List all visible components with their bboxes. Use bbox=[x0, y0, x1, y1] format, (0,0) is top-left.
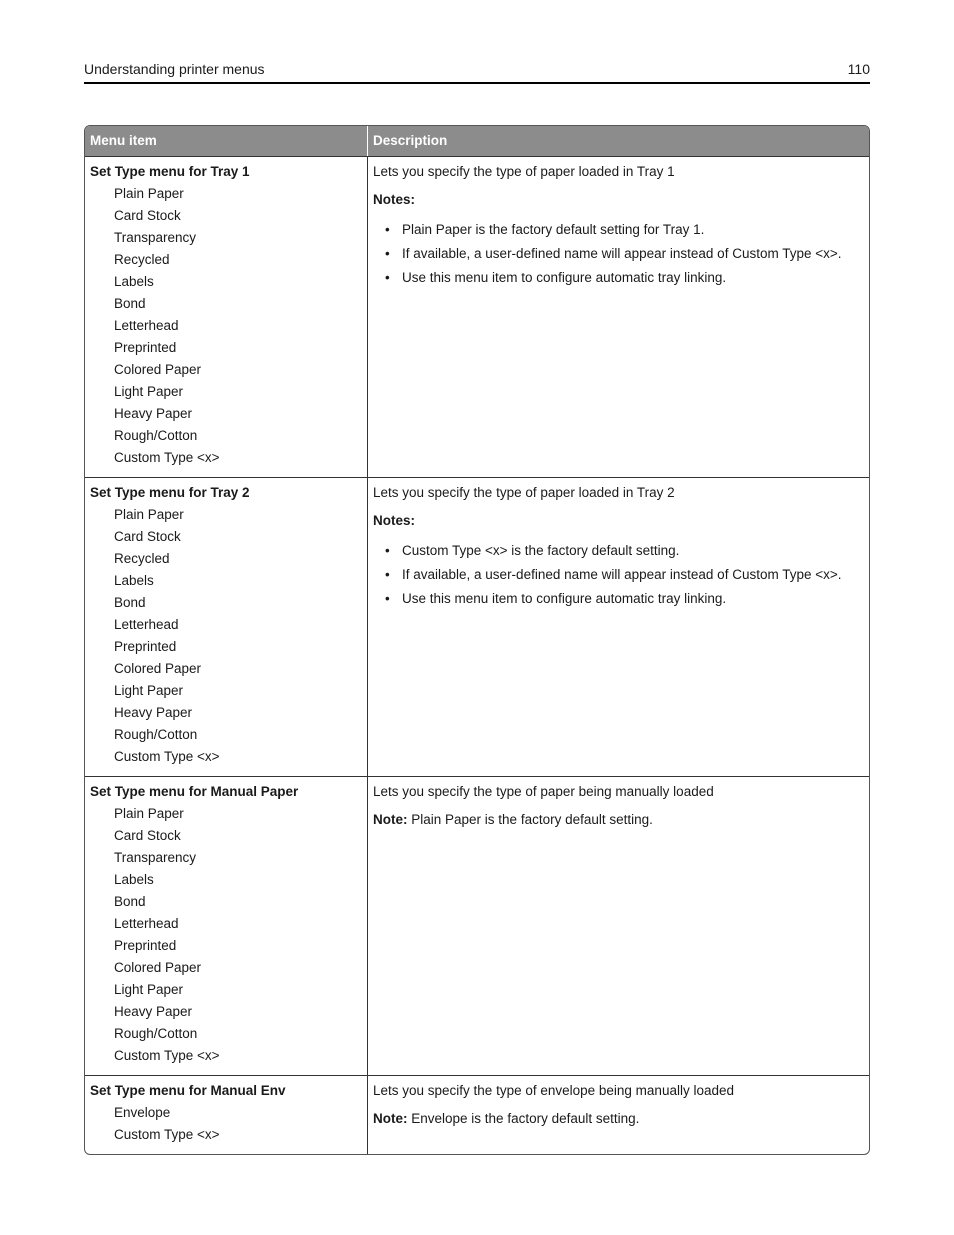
note-item: • Use this menu item to configure automat… bbox=[373, 589, 842, 608]
menu-option: Custom Type <x> bbox=[114, 450, 220, 465]
note-text: Plain Paper is the factory default setti… bbox=[402, 222, 705, 237]
menu-option: Card Stock bbox=[114, 828, 181, 843]
menu-item-cell: Set Type menu for Manual Env Envelope Cust… bbox=[85, 1076, 368, 1154]
menu-option: Envelope bbox=[114, 1105, 171, 1120]
bullet-icon: • bbox=[385, 222, 390, 237]
menu-option: Rough/Cotton bbox=[114, 1026, 198, 1041]
description-cell: Lets you specify the type of paper loade… bbox=[368, 478, 869, 776]
menu-option: Colored Paper bbox=[114, 960, 202, 975]
menu-option: Card Stock bbox=[114, 208, 181, 223]
menu-item-cell: Set Type menu for Manual Paper Plain Pape… bbox=[85, 777, 368, 1075]
menu-option: Transparency bbox=[114, 230, 197, 245]
note-text: If available, a user-defined name will a… bbox=[402, 246, 842, 261]
menu-option: Letterhead bbox=[114, 617, 179, 632]
note-label: Note: bbox=[373, 812, 408, 827]
menu-option: Heavy Paper bbox=[114, 406, 193, 421]
note-item: • If available, a user-defined name will … bbox=[373, 565, 842, 584]
menu-option: Recycled bbox=[114, 252, 170, 267]
note-text: Envelope is the factory default setting. bbox=[407, 1111, 640, 1126]
note-text: Custom Type <x> is the factory default s… bbox=[402, 543, 680, 558]
menu-option: Letterhead bbox=[114, 318, 179, 333]
menu-item-cell: Set Type menu for Tray 2 Plain Paper Card … bbox=[85, 478, 368, 776]
bullet-icon: • bbox=[385, 591, 390, 606]
menu-option: Recycled bbox=[114, 551, 170, 566]
menu-option: Labels bbox=[114, 573, 154, 588]
menu-option: Light Paper bbox=[114, 683, 184, 698]
menu-option: Custom Type <x> bbox=[114, 1048, 220, 1063]
menu-option: Card Stock bbox=[114, 529, 181, 544]
menu-option: Custom Type <x> bbox=[114, 1127, 220, 1142]
menu-option: Preprinted bbox=[114, 340, 177, 355]
bullet-icon: • bbox=[385, 543, 390, 558]
page-section-title: Understanding printer menus bbox=[84, 61, 265, 77]
description-text: Lets you specify the type of paper being… bbox=[373, 784, 714, 799]
table-body: Set Type menu for Tray 1 Plain Paper Card … bbox=[85, 157, 869, 1154]
bullet-icon: • bbox=[385, 270, 390, 285]
menu-option: Heavy Paper bbox=[114, 705, 193, 720]
bullet-icon: • bbox=[385, 246, 390, 261]
notes-heading: Notes: bbox=[373, 192, 416, 207]
menu-item-title: Set Type menu for Manual Paper bbox=[90, 784, 299, 799]
menu-option: Rough/Cotton bbox=[114, 727, 198, 742]
note-line: Note: Plain Paper is the factory default… bbox=[373, 811, 864, 828]
menu-table: Menu item Description Set Type menu for … bbox=[84, 125, 870, 1155]
note-item: • Use this menu item to configure automat… bbox=[373, 268, 842, 287]
menu-option: Labels bbox=[114, 274, 154, 289]
menu-option: Rough/Cotton bbox=[114, 428, 198, 443]
menu-option: Heavy Paper bbox=[114, 1004, 193, 1019]
menu-option: Bond bbox=[114, 894, 146, 909]
note-item: • Plain Paper is the factory default sett… bbox=[373, 220, 842, 239]
menu-option: Colored Paper bbox=[114, 661, 202, 676]
bullet-icon: • bbox=[385, 567, 390, 582]
menu-option: Colored Paper bbox=[114, 362, 202, 377]
table-row: Set Type menu for Manual Paper Plain Pape… bbox=[85, 777, 869, 1076]
note-text: Use this menu item to configure automati… bbox=[402, 591, 727, 606]
notes-list: • Plain Paper is the factory default sett… bbox=[373, 220, 864, 287]
menu-option: Preprinted bbox=[114, 938, 177, 953]
table-row: Set Type menu for Tray 1 Plain Paper Card … bbox=[85, 157, 869, 478]
menu-option: Plain Paper bbox=[114, 806, 184, 821]
table-header: Menu item Description bbox=[85, 126, 869, 157]
note-item: • If available, a user-defined name will … bbox=[373, 244, 842, 263]
description-text: Lets you specify the type of envelope be… bbox=[373, 1083, 734, 1098]
description-cell: Lets you specify the type of paper being… bbox=[368, 777, 869, 1075]
note-line: Note: Envelope is the factory default se… bbox=[373, 1110, 864, 1127]
menu-item-title: Set Type menu for Tray 1 bbox=[90, 164, 250, 179]
note-text: If available, a user-defined name will a… bbox=[402, 567, 842, 582]
menu-option: Plain Paper bbox=[114, 186, 184, 201]
note-text: Plain Paper is the factory default setti… bbox=[407, 812, 653, 827]
page-number: 110 bbox=[847, 61, 870, 77]
menu-item-cell: Set Type menu for Tray 1 Plain Paper Card … bbox=[85, 157, 368, 477]
menu-option: Preprinted bbox=[114, 639, 177, 654]
table-row: Set Type menu for Tray 2 Plain Paper Card … bbox=[85, 478, 869, 777]
menu-option: Plain Paper bbox=[114, 507, 184, 522]
menu-option: Custom Type <x> bbox=[114, 749, 220, 764]
menu-option: Bond bbox=[114, 595, 146, 610]
note-text: Use this menu item to configure automati… bbox=[402, 270, 727, 285]
description-cell: Lets you specify the type of paper loade… bbox=[368, 157, 869, 477]
description-text: Lets you specify the type of paper loade… bbox=[373, 485, 675, 500]
note-label: Note: bbox=[373, 1111, 408, 1126]
note-item: • Custom Type <x> is the factory default … bbox=[373, 541, 842, 560]
column-header-description: Description bbox=[373, 133, 448, 148]
menu-option: Light Paper bbox=[114, 384, 184, 399]
description-cell: Lets you specify the type of envelope be… bbox=[368, 1076, 869, 1154]
menu-option: Labels bbox=[114, 872, 154, 887]
notes-list: • Custom Type <x> is the factory default … bbox=[373, 541, 864, 608]
menu-item-title: Set Type menu for Manual Env bbox=[90, 1083, 286, 1098]
menu-item-title: Set Type menu for Tray 2 bbox=[90, 485, 250, 500]
menu-option: Light Paper bbox=[114, 982, 184, 997]
page-header: Understanding printer menus 110 bbox=[84, 60, 870, 84]
description-text: Lets you specify the type of paper loade… bbox=[373, 164, 675, 179]
menu-option: Bond bbox=[114, 296, 146, 311]
column-header-menu-item: Menu item bbox=[85, 126, 368, 156]
menu-option: Letterhead bbox=[114, 916, 179, 931]
menu-option: Transparency bbox=[114, 850, 197, 865]
table-row: Set Type menu for Manual Env Envelope Cust… bbox=[85, 1076, 869, 1154]
notes-heading: Notes: bbox=[373, 513, 416, 528]
